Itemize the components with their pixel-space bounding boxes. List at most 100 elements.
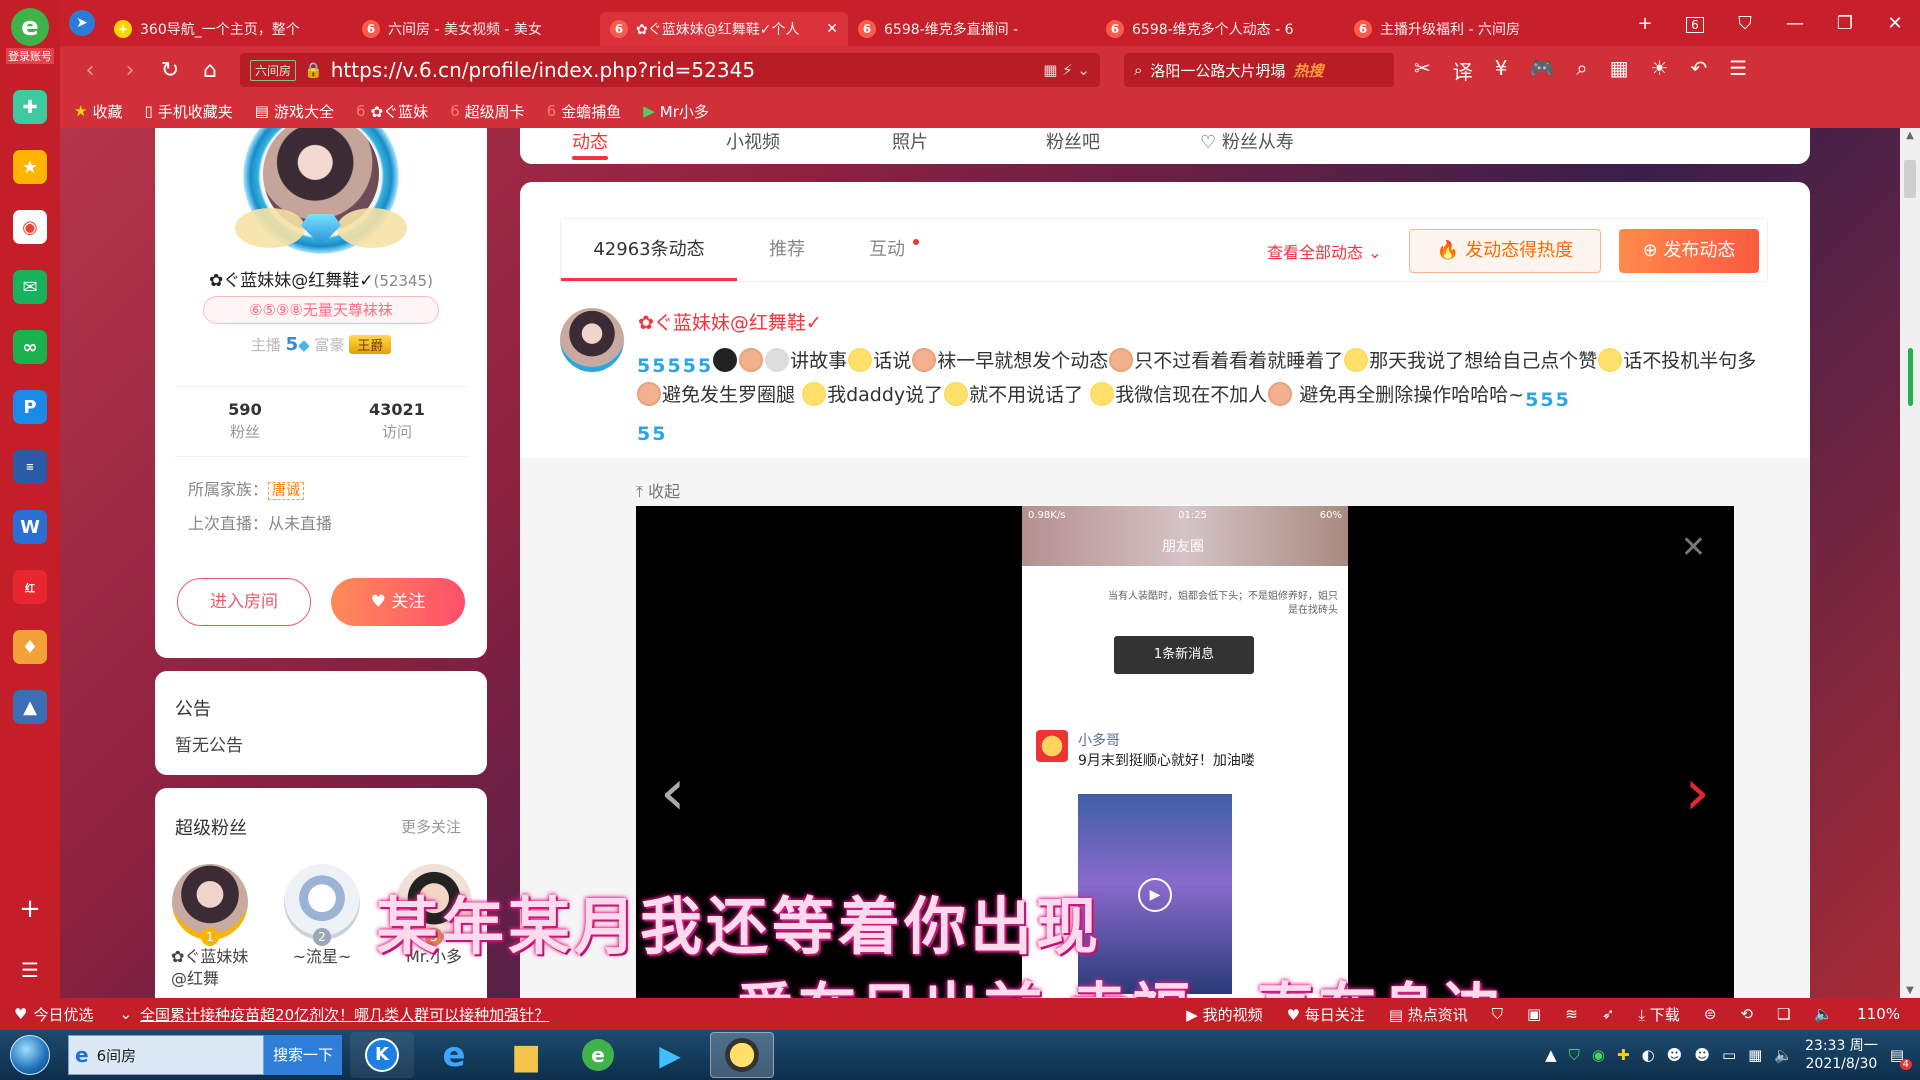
- dock-game-icon[interactable]: ♦: [13, 630, 47, 664]
- enter-room-button[interactable]: 进入房间: [177, 578, 311, 626]
- taskbar-k-app-icon[interactable]: K: [350, 1032, 414, 1078]
- tray-qq2-icon[interactable]: ☻: [1694, 1046, 1710, 1064]
- tray-network-icon[interactable]: ▭: [1722, 1046, 1736, 1064]
- gamepad-icon[interactable]: 🎮: [1530, 56, 1555, 85]
- search-input[interactable]: ⌕ 洛阳一公路大片坍塌 热搜: [1124, 53, 1394, 87]
- shirt-icon[interactable]: ⛉: [1720, 13, 1770, 34]
- shield-icon[interactable]: ⛉: [1492, 1005, 1503, 1023]
- dock-link-icon[interactable]: ∞: [13, 330, 47, 364]
- dock-cross-icon[interactable]: ✚: [13, 90, 47, 124]
- tray-pc-icon[interactable]: ▦: [1748, 1046, 1762, 1064]
- taskbar-ie-icon[interactable]: e: [422, 1032, 486, 1078]
- tray-expand-icon[interactable]: ▲: [1545, 1046, 1557, 1064]
- browser-tab[interactable]: 6 6598-维克多个人动态 - 6: [1096, 12, 1344, 46]
- wifi-icon[interactable]: ≋: [1565, 1005, 1578, 1023]
- tray-qq-icon[interactable]: ☻: [1667, 1046, 1683, 1064]
- super-fan-item[interactable]: 1 ✿ぐ蓝妹妹@红舞: [165, 864, 255, 990]
- nav-dynamic[interactable]: 动态: [572, 128, 608, 154]
- post-dynamic-button[interactable]: ⊕ 发布动态: [1619, 229, 1759, 273]
- tray-shield-icon[interactable]: ⛉: [1569, 1046, 1580, 1064]
- hot-news-link[interactable]: ▤ 热点资讯: [1389, 1004, 1468, 1025]
- scroll-down-icon[interactable]: ▼: [1900, 985, 1920, 996]
- bookmark-item[interactable]: ▯ 手机收藏夹: [144, 101, 232, 122]
- nav-fan-bar[interactable]: 粉丝吧: [1046, 128, 1100, 154]
- view-all-dynamics[interactable]: 查看全部动态 ⌄: [1267, 239, 1382, 263]
- taskbar-player-icon[interactable]: ▶: [638, 1032, 702, 1078]
- tab-interact[interactable]: 互动: [837, 219, 937, 281]
- profile-avatar[interactable]: [235, 128, 407, 254]
- bookmark-item[interactable]: ★ 收藏: [74, 101, 122, 122]
- scroll-thumb[interactable]: [1904, 160, 1916, 198]
- dock-star-icon[interactable]: ★: [13, 150, 47, 184]
- login-label[interactable]: 登录账号: [6, 48, 54, 64]
- more-follow-link[interactable]: 更多关注: [401, 816, 461, 837]
- my-video-link[interactable]: ▶ 我的视频: [1186, 1004, 1262, 1025]
- browser-tab[interactable]: +360导航_一个主页，整个: [104, 12, 352, 46]
- zoom-level[interactable]: 110%: [1857, 1005, 1900, 1023]
- dock-menu-icon[interactable]: ☰: [21, 958, 39, 982]
- bookmark-item[interactable]: ▤ 游戏大全: [255, 101, 334, 122]
- close-window-icon[interactable]: ✕: [1870, 13, 1920, 34]
- taskbar-face-app-icon[interactable]: [710, 1032, 774, 1078]
- magnifier-icon[interactable]: ⌕: [1576, 56, 1587, 85]
- news-ticker-link[interactable]: 全国累计接种疫苗超20亿剂次！哪几类人群可以接种加强针？: [140, 1004, 549, 1025]
- post-author-avatar[interactable]: [560, 308, 624, 372]
- reload-icon[interactable]: ↻: [150, 58, 190, 83]
- start-button[interactable]: [0, 1030, 60, 1080]
- fans-stat[interactable]: 590 粉丝: [165, 400, 325, 442]
- nav-fan-birthday[interactable]: ♡ 粉丝从寿: [1200, 128, 1294, 154]
- next-arrow-icon[interactable]: ›: [1684, 756, 1710, 830]
- clock[interactable]: 23:33 周一 2021/8/30: [1805, 1037, 1878, 1073]
- coupon-icon[interactable]: ¥: [1495, 56, 1508, 85]
- collapse-link[interactable]: ⤒ 收起: [636, 478, 680, 502]
- nav-photos[interactable]: 照片: [892, 128, 928, 154]
- tab-all-dynamics[interactable]: 42963条动态: [561, 219, 737, 281]
- browser-tab[interactable]: 6 主播升级福利 - 六间房: [1344, 12, 1592, 46]
- bookmark-item[interactable]: ▶ Mr小多: [643, 101, 709, 122]
- nav-short-video[interactable]: 小视频: [726, 128, 780, 154]
- tray-volume-icon[interactable]: 🔈: [1774, 1046, 1793, 1064]
- dock-add-icon[interactable]: + ☰: [0, 879, 60, 1000]
- bookmark-item[interactable]: 6 ✿ぐ蓝妹: [356, 101, 428, 122]
- notification-icon[interactable]: ▤ 4: [1890, 1046, 1912, 1070]
- restore-icon[interactable]: ❐: [1820, 13, 1870, 34]
- close-icon[interactable]: ✕: [1681, 530, 1706, 565]
- image-icon[interactable]: ▣: [1527, 1005, 1541, 1023]
- dock-word-icon[interactable]: W: [13, 510, 47, 544]
- menu-icon[interactable]: ☰: [1729, 56, 1747, 85]
- post-author[interactable]: ✿ぐ蓝妹妹@红舞鞋✓: [638, 308, 822, 335]
- undo-icon[interactable]: ↶: [1690, 56, 1707, 85]
- ie-search-field[interactable]: e 6间房: [68, 1035, 264, 1075]
- page-scrollbar[interactable]: ▲ ▼: [1900, 128, 1920, 998]
- nav-arrow-icon[interactable]: ➤: [60, 0, 104, 46]
- taskbar-360-browser-icon[interactable]: e: [566, 1032, 630, 1078]
- translate-icon[interactable]: 译: [1453, 56, 1473, 85]
- volume-icon[interactable]: 🔈: [1814, 1005, 1833, 1023]
- taskbar-folder-icon[interactable]: ▆: [494, 1032, 558, 1078]
- home-icon[interactable]: ⌂: [190, 58, 230, 83]
- tab-close-icon[interactable]: ✕: [826, 21, 838, 37]
- super-fan-item[interactable]: 2 ~流星~: [277, 864, 367, 968]
- bookmark-item[interactable]: 6 金蟾捕鱼: [547, 101, 622, 122]
- prev-arrow-icon[interactable]: ‹: [660, 756, 686, 830]
- tab-recommend[interactable]: 推荐: [737, 219, 837, 281]
- family-badge[interactable]: 唐诚: [268, 482, 305, 500]
- tab-counter[interactable]: 6: [1670, 13, 1720, 34]
- new-tab-icon[interactable]: +: [1620, 13, 1670, 34]
- qr-icon[interactable]: ▦ ⚡ ⌄: [1043, 61, 1090, 79]
- dock-weibo-icon[interactable]: ◉: [13, 210, 47, 244]
- forward-icon[interactable]: ›: [110, 58, 150, 83]
- browser-tab[interactable]: 6 ✿ぐ蓝妹妹@红舞鞋✓个人 ✕: [600, 12, 848, 46]
- browser-tab[interactable]: 6 六间房 - 美女视频 - 美女: [352, 12, 600, 46]
- grid-icon[interactable]: ▦: [1610, 56, 1629, 85]
- search-go-button[interactable]: 搜索一下: [264, 1035, 342, 1075]
- browser-logo[interactable]: e 登录账号: [0, 0, 60, 72]
- tray-plus-icon[interactable]: ✚: [1617, 1046, 1630, 1064]
- brightness-icon[interactable]: ☀: [1651, 56, 1669, 85]
- fan-club-badge[interactable]: ⑥⑤⑨⑧无量天尊袜袜: [203, 296, 439, 324]
- dock-mail-icon[interactable]: ✉: [13, 270, 47, 304]
- scissors-icon[interactable]: ✂: [1414, 56, 1431, 85]
- back-icon[interactable]: ‹: [70, 58, 110, 83]
- tray-360-icon[interactable]: ◉: [1592, 1046, 1605, 1064]
- dock-castle-icon[interactable]: ▲: [13, 690, 47, 724]
